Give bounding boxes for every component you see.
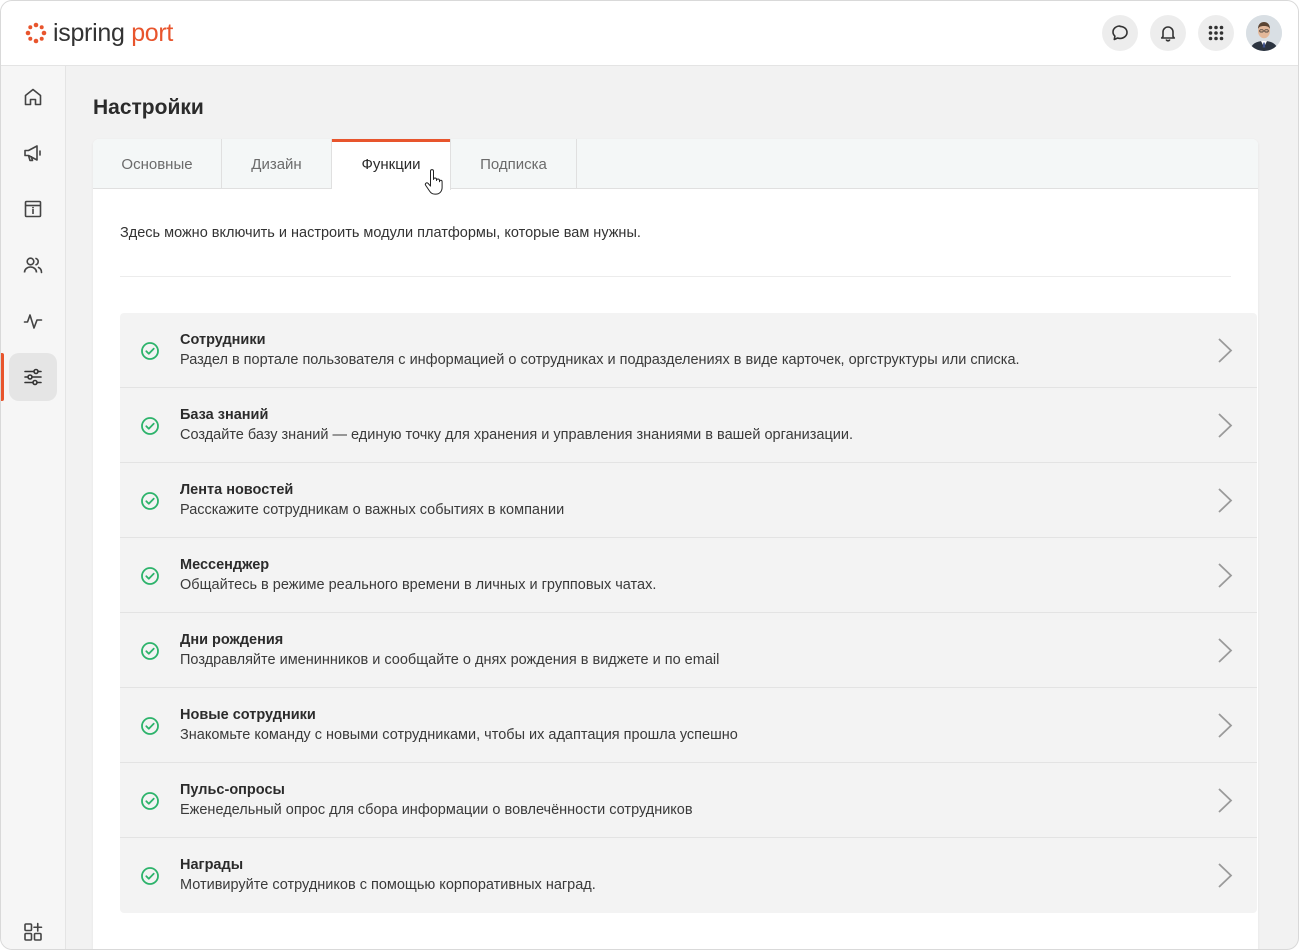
main-content: Настройки Основные Дизайн Функции Подпис…	[66, 66, 1298, 949]
notifications-button[interactable]	[1150, 15, 1186, 51]
top-header: ispring port	[1, 1, 1298, 66]
chat-button[interactable]	[1102, 15, 1138, 51]
module-description: Знакомьте команду с новыми сотрудниками,…	[180, 727, 738, 743]
sidebar-item-widgets[interactable]	[9, 908, 57, 949]
sidebar-item-people[interactable]	[9, 241, 57, 289]
module-row-employees[interactable]: Сотрудники Раздел в портале пользователя…	[120, 313, 1257, 388]
logo-text-ispring: ispring	[53, 18, 125, 47]
apps-button[interactable]	[1198, 15, 1234, 51]
chevron-right-icon	[1218, 338, 1233, 363]
chat-icon	[1112, 25, 1128, 41]
module-row-awards[interactable]: Награды Мотивируйте сотрудников с помощь…	[120, 838, 1257, 913]
user-avatar[interactable]	[1246, 15, 1282, 51]
chevron-right-icon	[1218, 488, 1233, 513]
info-board-icon	[24, 200, 42, 218]
sidebar-item-info[interactable]	[9, 185, 57, 233]
module-description: Мотивируйте сотрудников с помощью корпор…	[180, 877, 596, 893]
check-circle-icon	[141, 417, 159, 435]
chevron-right-icon	[1218, 863, 1233, 888]
logo-text: ispring port	[53, 19, 173, 48]
module-row-birthdays[interactable]: Дни рождения Поздравляйте именинников и …	[120, 613, 1257, 688]
module-description: Расскажите сотрудникам о важных событиях…	[180, 502, 565, 518]
settings-card: Основные Дизайн Функции Подписка Здесь м…	[93, 139, 1258, 949]
chevron-right-icon	[1218, 563, 1233, 588]
module-name: Лента новостей	[180, 482, 294, 498]
settings-sliders-icon	[24, 368, 42, 386]
header-actions	[1102, 15, 1282, 51]
module-name: Новые сотрудники	[180, 707, 316, 723]
left-sidebar	[1, 66, 66, 949]
chevron-right-icon	[1218, 713, 1233, 738]
user-photo-icon	[1246, 15, 1282, 51]
module-name: Дни рождения	[180, 632, 284, 648]
check-circle-icon	[141, 867, 159, 885]
check-circle-icon	[141, 717, 159, 735]
module-row-pulse-surveys[interactable]: Пульс-опросы Еженедельный опрос для сбор…	[120, 763, 1257, 838]
check-circle-icon	[141, 492, 159, 510]
tab-basic[interactable]: Основные	[93, 139, 222, 189]
module-description: Поздравляйте именинников и сообщайте о д…	[180, 652, 720, 668]
module-name: Сотрудники	[180, 332, 266, 348]
apps-grid-icon	[1208, 25, 1224, 41]
sidebar-item-home[interactable]	[9, 73, 57, 121]
check-circle-icon	[141, 342, 159, 360]
megaphone-icon	[24, 145, 41, 162]
settings-tabs: Основные Дизайн Функции Подписка	[93, 139, 1258, 190]
chevron-right-icon	[1218, 788, 1233, 813]
modules-list: Сотрудники Раздел в портале пользователя…	[120, 313, 1257, 913]
intro-text: Здесь можно включить и настроить модули …	[120, 225, 641, 241]
ispring-logo-mark-icon	[25, 22, 47, 44]
divider	[120, 276, 1231, 277]
add-widget-icon	[24, 922, 43, 941]
chevron-right-icon	[1218, 638, 1233, 663]
module-description: Еженедельный опрос для сбора информации …	[180, 802, 693, 818]
module-description: Создайте базу знаний — единую точку для …	[180, 427, 853, 443]
check-circle-icon	[141, 792, 159, 810]
app-window: ispring port Настройки Основные Дизайн Ф…	[0, 0, 1299, 950]
home-icon	[24, 88, 42, 106]
page-title: Настройки	[93, 96, 204, 119]
chevron-right-icon	[1218, 413, 1233, 438]
logo-text-port: port	[131, 18, 174, 47]
module-name: Награды	[180, 857, 244, 873]
module-row-messenger[interactable]: Мессенджер Общайтесь в режиме реального …	[120, 538, 1257, 613]
sidebar-item-news[interactable]	[9, 129, 57, 177]
check-circle-icon	[141, 642, 159, 660]
sidebar-item-settings[interactable]	[1, 353, 57, 401]
ispring-port-logo[interactable]: ispring port	[25, 19, 173, 48]
module-description: Раздел в портале пользователя с информац…	[180, 352, 1020, 368]
sidebar-item-pulse[interactable]	[9, 297, 57, 345]
bell-icon	[1160, 26, 1176, 42]
module-name: Пульс-опросы	[180, 782, 285, 798]
tab-features[interactable]: Функции	[332, 139, 451, 190]
tab-design[interactable]: Дизайн	[222, 139, 332, 189]
check-circle-icon	[141, 567, 159, 585]
module-row-new-employees[interactable]: Новые сотрудники Знакомьте команду с нов…	[120, 688, 1257, 763]
module-name: Мессенджер	[180, 557, 270, 573]
module-description: Общайтесь в режиме реального времени в л…	[180, 577, 657, 593]
module-row-news-feed[interactable]: Лента новостей Расскажите сотрудникам о …	[120, 463, 1257, 538]
people-icon	[23, 257, 43, 274]
pulse-icon	[23, 314, 43, 329]
module-row-knowledge-base[interactable]: База знаний Создайте базу знаний — едину…	[120, 388, 1257, 463]
module-name: База знаний	[180, 407, 269, 423]
tab-subscription[interactable]: Подписка	[451, 139, 577, 189]
